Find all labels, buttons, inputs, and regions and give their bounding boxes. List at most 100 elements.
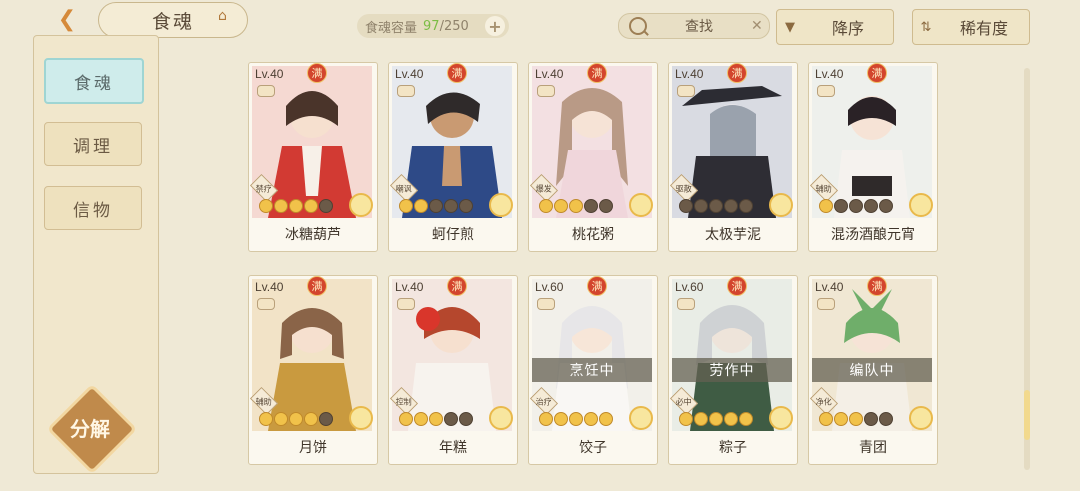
tab-cooking[interactable]: 调理 — [44, 122, 142, 166]
tab-food-souls[interactable]: 食魂 — [44, 58, 144, 104]
star-icon — [304, 412, 318, 426]
star-icon — [819, 199, 833, 213]
tab-tokens[interactable]: 信物 — [44, 186, 142, 230]
star-icon — [444, 412, 458, 426]
star-icon — [319, 412, 333, 426]
lock-icon — [677, 85, 695, 97]
role-label: 辅助 — [255, 397, 273, 407]
flower-icon — [769, 406, 793, 430]
star-icon — [259, 199, 273, 213]
star-icon — [319, 199, 333, 213]
star-icon — [709, 412, 723, 426]
star-icon — [459, 199, 473, 213]
food-soul-card[interactable]: Lv.40 满 禁疗 冰糖葫芦 — [248, 62, 378, 252]
food-soul-card[interactable]: Lv.60 满 烹饪中 治疗 饺子 — [528, 275, 658, 465]
lock-icon — [677, 298, 695, 310]
sort-by-button[interactable]: ⇅ 稀有度 — [912, 9, 1030, 45]
flower-icon — [629, 406, 653, 430]
star-icon — [554, 199, 568, 213]
star-icon — [724, 199, 738, 213]
flower-icon — [489, 406, 513, 430]
star-icon — [274, 412, 288, 426]
food-soul-card[interactable]: Lv.40 满 辅助 混汤酒酿元宵 — [808, 62, 938, 252]
star-icon — [709, 199, 723, 213]
card-name: 粽子 — [719, 440, 747, 456]
star-icon — [849, 412, 863, 426]
food-soul-card[interactable]: Lv.40 满 嘲讽 蚵仔煎 — [388, 62, 518, 252]
food-soul-card[interactable]: Lv.40 满 驱散 太极芋泥 — [668, 62, 798, 252]
level-label: Lv.40 — [255, 67, 284, 81]
sort-by-label: 稀有度 — [959, 19, 1008, 38]
star-icon — [724, 412, 738, 426]
role-label: 辅助 — [815, 184, 833, 194]
star-icon — [429, 412, 443, 426]
food-soul-card[interactable]: Lv.40 满 编队中 净化 青团 — [808, 275, 938, 465]
card-name: 桃花粥 — [572, 227, 614, 243]
card-name: 冰糖葫芦 — [285, 227, 341, 243]
level-label: Lv.60 — [675, 280, 704, 294]
lock-icon — [817, 298, 835, 310]
maxed-badge: 满 — [307, 63, 327, 83]
role-label: 控制 — [395, 397, 413, 407]
star-icon — [864, 199, 878, 213]
star-icon — [739, 199, 753, 213]
flower-icon — [489, 193, 513, 217]
lock-icon — [397, 298, 415, 310]
flower-icon — [909, 406, 933, 430]
star-icon — [569, 199, 583, 213]
star-icon — [694, 412, 708, 426]
decompose-button[interactable]: 分解 — [46, 383, 138, 475]
star-icon — [599, 199, 613, 213]
add-capacity-button[interactable]: + — [485, 16, 505, 36]
back-chevron-icon[interactable]: ❮ — [50, 5, 84, 33]
role-label: 治疗 — [535, 397, 553, 407]
level-label: Lv.40 — [255, 280, 284, 294]
star-icon — [399, 412, 413, 426]
star-rating — [679, 199, 753, 213]
card-name: 太极芋泥 — [705, 227, 761, 243]
capacity-label: 食魂容量 — [365, 20, 418, 36]
role-label: 必中 — [675, 397, 693, 407]
star-rating — [539, 199, 613, 213]
lock-icon — [397, 85, 415, 97]
star-icon — [584, 199, 598, 213]
star-icon — [304, 199, 318, 213]
sort-order-label: 降序 — [831, 19, 864, 38]
star-rating — [259, 199, 333, 213]
star-icon — [834, 412, 848, 426]
star-rating — [259, 412, 333, 426]
food-soul-card[interactable]: Lv.60 满 劳作中 必中 粽子 — [668, 275, 798, 465]
star-icon — [694, 199, 708, 213]
lock-icon — [817, 85, 835, 97]
scrollbar[interactable] — [1024, 68, 1030, 470]
card-name: 饺子 — [579, 440, 607, 456]
food-soul-card[interactable]: Lv.40 满 爆发 桃花粥 — [528, 62, 658, 252]
card-name: 月饼 — [299, 440, 327, 456]
role-label: 净化 — [815, 397, 833, 407]
star-icon — [274, 199, 288, 213]
maxed-badge: 满 — [727, 63, 747, 83]
clear-search-icon[interactable]: ✕ — [751, 18, 769, 34]
level-label: Lv.40 — [395, 67, 424, 81]
food-soul-card[interactable]: Lv.40 满 控制 年糕 — [388, 275, 518, 465]
role-label: 驱散 — [675, 184, 693, 194]
search-bar[interactable]: 查找 ✕ — [618, 13, 770, 39]
star-icon — [819, 412, 833, 426]
sort-order-button[interactable]: ▼ 降序 — [776, 9, 894, 45]
lock-icon — [257, 85, 275, 97]
star-rating — [819, 199, 893, 213]
star-icon — [739, 412, 753, 426]
lock-icon — [257, 298, 275, 310]
lock-icon — [537, 85, 555, 97]
star-icon — [444, 199, 458, 213]
role-label: 嘲讽 — [395, 184, 413, 194]
status-banner: 编队中 — [812, 358, 932, 382]
food-soul-card[interactable]: Lv.40 满 辅助 月饼 — [248, 275, 378, 465]
star-icon — [584, 412, 598, 426]
lock-icon — [537, 298, 555, 310]
scrollbar-thumb[interactable] — [1024, 390, 1030, 440]
level-label: Lv.40 — [675, 67, 704, 81]
star-icon — [399, 199, 413, 213]
level-label: Lv.40 — [815, 280, 844, 294]
star-icon — [679, 199, 693, 213]
